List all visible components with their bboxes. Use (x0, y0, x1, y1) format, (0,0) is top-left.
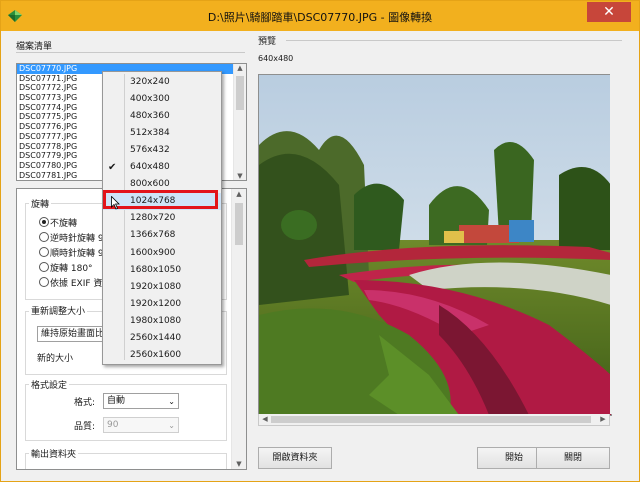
chevron-down-icon: ⌄ (168, 421, 175, 430)
size-dropdown-menu[interactable]: 320x240 400x300 480x360 512x384 576x432 ✔ 640x… (102, 71, 222, 365)
size-option-item[interactable]: 1980x1080 (103, 313, 221, 330)
size-option-label: 512x384 (130, 128, 170, 139)
size-option-item[interactable]: ✔ 640x480 (103, 159, 221, 176)
size-option-label: 2560x1440 (130, 332, 182, 343)
rotate-option-label: 旋轉 180° (50, 264, 93, 274)
options-scrollbar[interactable]: ▲ ▼ (231, 189, 246, 469)
size-option-item[interactable]: 1680x1050 (103, 262, 221, 279)
rotate-option-label: 依據 EXIF 資 (50, 279, 103, 289)
format-select[interactable]: 自動 ⌄ (103, 393, 179, 409)
window-title: D:\照片\騎腳踏車\DSC07770.JPG - 圖像轉換 (207, 11, 433, 24)
scroll-up-arrow-icon[interactable]: ▲ (234, 64, 246, 72)
format-group-title: 格式設定 (29, 378, 70, 391)
size-option-label: 1280x720 (130, 213, 176, 224)
rotate-option-radio[interactable]: 順時針旋轉 9 (39, 246, 104, 259)
radio-button-icon[interactable] (39, 277, 49, 287)
size-option-label: 1680x1050 (130, 264, 182, 275)
size-option-label: 1366x768 (130, 230, 176, 241)
file-list-divider (16, 52, 245, 53)
radio-button-icon[interactable] (39, 217, 49, 227)
resize-group-title: 重新調整大小 (29, 304, 88, 317)
size-option-label: 480x360 (130, 111, 170, 122)
size-option-label: 2560x1600 (130, 349, 182, 360)
size-option-label: 1920x1080 (130, 281, 182, 292)
chevron-down-icon: ⌄ (168, 397, 175, 406)
size-option-label: 1980x1080 (130, 315, 182, 326)
rotate-option-radio[interactable]: 逆時針旋轉 9 (39, 231, 104, 244)
rotate-option-label: 不旋轉 (50, 219, 78, 229)
open-folder-button[interactable]: 開啟資料夾 (258, 447, 332, 469)
size-option-item[interactable]: 1366x768 (103, 227, 221, 244)
scroll-right-arrow-icon[interactable]: ▶ (599, 415, 607, 423)
size-option-item[interactable]: 400x300 (103, 91, 221, 108)
radio-button-icon[interactable] (39, 232, 49, 242)
size-option-label: 400x300 (130, 94, 170, 105)
scroll-down-arrow-icon[interactable]: ▼ (232, 460, 246, 468)
preview-size-text: 640x480 (258, 54, 294, 63)
rotate-option-radio[interactable]: 不旋轉 (39, 216, 77, 229)
preview-image-frame (258, 74, 612, 416)
output-folder-title: 輸出資料夾 (29, 447, 79, 460)
checkmark-icon: ✔ (108, 162, 117, 174)
scroll-thumb[interactable] (235, 203, 243, 245)
mouse-pointer-icon (111, 196, 120, 210)
size-option-item[interactable]: 512x384 (103, 125, 221, 142)
file-list-scrollbar[interactable]: ▲ ▼ (233, 64, 246, 180)
size-option-label: 640x480 (130, 162, 170, 173)
new-size-label: 新的大小 (37, 354, 74, 364)
quality-value: 90 (107, 420, 119, 430)
file-list-label: 檔案清單 (16, 42, 53, 52)
size-option-item[interactable]: 1600x900 (103, 245, 221, 262)
scroll-down-arrow-icon[interactable]: ▼ (234, 172, 246, 180)
size-option-item[interactable]: 576x432 (103, 142, 221, 159)
preview-vertical-scrollbar[interactable] (610, 74, 622, 414)
park-photo-image (259, 75, 611, 415)
size-option-label: 1920x1200 (130, 298, 182, 309)
format-label: 格式: (74, 398, 96, 408)
size-option-item[interactable]: 1920x1080 (103, 279, 221, 296)
rotate-option-label: 逆時針旋轉 9 (50, 234, 104, 244)
size-option-item[interactable]: 1920x1200 (103, 296, 221, 313)
preview-divider (286, 40, 622, 41)
size-option-item[interactable]: 1280x720 (103, 210, 221, 227)
scroll-thumb[interactable] (236, 76, 244, 110)
rotate-option-radio[interactable]: 旋轉 180° (39, 261, 93, 274)
resize-mode-value: 維持原始畫面比 (41, 329, 105, 339)
radio-button-icon[interactable] (39, 262, 49, 272)
rotate-option-radio[interactable]: 依據 EXIF 資 (39, 276, 102, 289)
quality-label: 品質: (74, 422, 96, 432)
rotate-option-label: 順時針旋轉 9 (50, 249, 104, 259)
size-option-label: 576x432 (130, 145, 170, 156)
size-option-item[interactable]: 320x240 (103, 74, 221, 91)
close-window-button[interactable]: ✕ (587, 2, 631, 22)
scroll-up-arrow-icon[interactable]: ▲ (232, 190, 246, 198)
rotate-group-title: 旋轉 (29, 197, 52, 210)
format-value: 自動 (107, 396, 126, 406)
scroll-left-arrow-icon[interactable]: ◀ (261, 415, 269, 423)
size-option-label: 320x240 (130, 77, 170, 87)
close-button[interactable]: 關閉 (536, 447, 610, 469)
app-window: D:\照片\騎腳踏車\DSC07770.JPG - 圖像轉換 ✕ 檔案清單 DS… (0, 0, 640, 482)
scroll-thumb[interactable] (271, 416, 591, 423)
radio-button-icon[interactable] (39, 247, 49, 257)
preview-horizontal-scrollbar[interactable]: ◀ ▶ (258, 414, 610, 426)
highlight-box (103, 190, 218, 209)
size-option-item[interactable]: 2560x1440 (103, 330, 221, 347)
size-option-item[interactable]: 480x360 (103, 108, 221, 125)
size-option-label: 1600x900 (130, 247, 176, 258)
title-bar[interactable]: D:\照片\騎腳踏車\DSC07770.JPG - 圖像轉換 ✕ (1, 1, 639, 31)
quality-select[interactable]: 90 ⌄ (103, 417, 179, 433)
size-option-item[interactable]: 2560x1600 (103, 347, 221, 364)
preview-label: 預覽 (258, 37, 277, 47)
